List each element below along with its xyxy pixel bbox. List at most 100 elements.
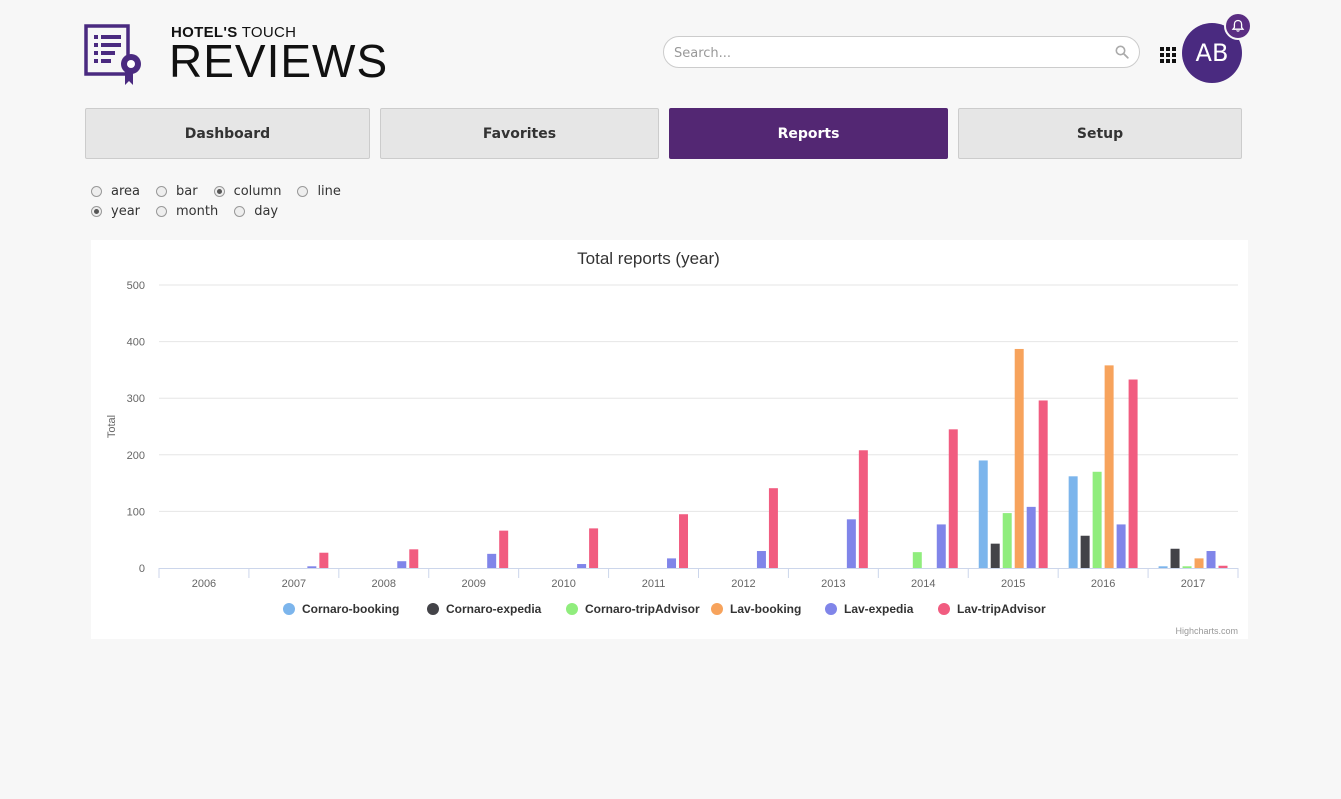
- radio-line[interactable]: line: [297, 183, 341, 199]
- tab-reports[interactable]: Reports: [669, 108, 948, 159]
- bar: [1002, 513, 1012, 568]
- radio-column[interactable]: column: [213, 183, 282, 199]
- bar: [307, 566, 317, 568]
- bar: [1038, 400, 1048, 568]
- x-tick-label: 2016: [1091, 578, 1115, 590]
- radio-area[interactable]: area: [91, 184, 140, 199]
- bar: [679, 514, 689, 568]
- radio-dot[interactable]: [156, 205, 168, 217]
- x-tick-label: 2010: [551, 578, 575, 590]
- tab-label: Setup: [1076, 125, 1124, 142]
- brand-logo[interactable]: HOTEL'S TOUCH REVIEWS: [84, 24, 387, 88]
- bar: [1182, 566, 1192, 568]
- y-tick-label: 400: [127, 337, 145, 349]
- tab-label: Favorites: [482, 125, 557, 142]
- notifications-button[interactable]: [1224, 12, 1252, 40]
- search-icon[interactable]: [1115, 45, 1129, 59]
- tab-label: Dashboard: [184, 125, 271, 142]
- legend-marker: [711, 603, 723, 615]
- bar: [487, 553, 497, 568]
- bar: [667, 558, 677, 568]
- apps-grid-icon[interactable]: [1160, 47, 1176, 63]
- radio-year[interactable]: year: [91, 204, 140, 219]
- legend-marker: [566, 603, 578, 615]
- bar: [397, 561, 407, 568]
- search-input[interactable]: [672, 43, 1106, 63]
- bar: [499, 530, 509, 568]
- x-tick-label: 2014: [911, 578, 935, 590]
- radio-label: column: [233, 183, 282, 199]
- bar: [1116, 524, 1126, 568]
- legend-marker: [283, 603, 295, 615]
- radio-label: day: [254, 203, 279, 219]
- bar: [948, 429, 958, 568]
- x-tick-label: 2011: [642, 578, 666, 590]
- bar: [912, 552, 922, 568]
- x-tick-label: 2015: [1001, 578, 1025, 590]
- bar: [756, 551, 766, 568]
- radio-dot[interactable]: [297, 185, 309, 197]
- avatar-initials: AB: [1195, 39, 1229, 67]
- x-tick-label: 2017: [1181, 578, 1205, 590]
- radio-label: area: [111, 183, 140, 199]
- radio-dot[interactable]: [213, 185, 225, 197]
- bar: [1014, 348, 1024, 568]
- y-axis-label: Total: [106, 415, 118, 438]
- x-tick-label: 2007: [282, 578, 306, 590]
- legend-item: Cornaro-tripAdvisor: [585, 602, 700, 616]
- radio-bar[interactable]: bar: [156, 184, 198, 199]
- bar: [1104, 365, 1114, 568]
- bar: [858, 450, 868, 568]
- bar: [846, 519, 856, 568]
- legend-item: Lav-expedia: [844, 602, 914, 616]
- period-options: year month day: [91, 202, 294, 220]
- bar: [768, 488, 778, 568]
- x-tick-label: 2013: [821, 578, 845, 590]
- search-box: [663, 36, 1140, 68]
- y-tick-label: 500: [127, 280, 145, 292]
- tab-setup[interactable]: Setup: [958, 108, 1242, 159]
- legend-marker: [825, 603, 837, 615]
- y-tick-label: 200: [127, 450, 145, 462]
- legend-item: Cornaro-expedia: [446, 602, 542, 616]
- bar: [1092, 471, 1102, 568]
- radio-dot[interactable]: [234, 205, 246, 217]
- radio-label: month: [176, 203, 219, 219]
- x-tick-label: 2006: [192, 578, 216, 590]
- y-tick-label: 0: [139, 563, 145, 575]
- legend-marker: [427, 603, 439, 615]
- bar: [1128, 379, 1138, 568]
- radio-label: bar: [176, 183, 198, 199]
- bar: [936, 524, 946, 568]
- radio-day[interactable]: day: [234, 204, 278, 219]
- bar: [1080, 535, 1090, 568]
- radio-month[interactable]: month: [156, 204, 218, 219]
- bar: [1218, 565, 1228, 568]
- legend-item: Lav-booking: [730, 602, 801, 616]
- legend-item: Lav-tripAdvisor: [957, 602, 1046, 616]
- certificate-logo-icon: [84, 24, 141, 85]
- radio-dot[interactable]: [91, 205, 102, 217]
- bar: [1194, 558, 1204, 568]
- chart-title: Total reports (year): [577, 249, 720, 268]
- y-tick-label: 300: [127, 393, 145, 405]
- tab-favorites[interactable]: Favorites: [380, 108, 659, 159]
- legend-item: Cornaro-booking: [302, 602, 399, 616]
- x-tick-label: 2009: [461, 578, 485, 590]
- radio-dot[interactable]: [156, 185, 167, 197]
- bar: [319, 552, 329, 568]
- radio-label: year: [111, 203, 141, 219]
- x-tick-label: 2008: [372, 578, 396, 590]
- bar: [1206, 551, 1216, 568]
- bar: [990, 543, 1000, 568]
- bar: [1068, 476, 1078, 568]
- brand-title: REVIEWS: [169, 35, 389, 87]
- bar: [589, 528, 599, 568]
- tab-dashboard[interactable]: Dashboard: [85, 108, 370, 159]
- radio-label: line: [317, 183, 341, 199]
- radio-dot[interactable]: [91, 185, 102, 197]
- legend-marker: [938, 603, 950, 615]
- chart-type-options: area bar column line: [91, 182, 357, 200]
- chart-credits[interactable]: Highcharts.com: [1175, 626, 1238, 636]
- bar: [1026, 506, 1036, 568]
